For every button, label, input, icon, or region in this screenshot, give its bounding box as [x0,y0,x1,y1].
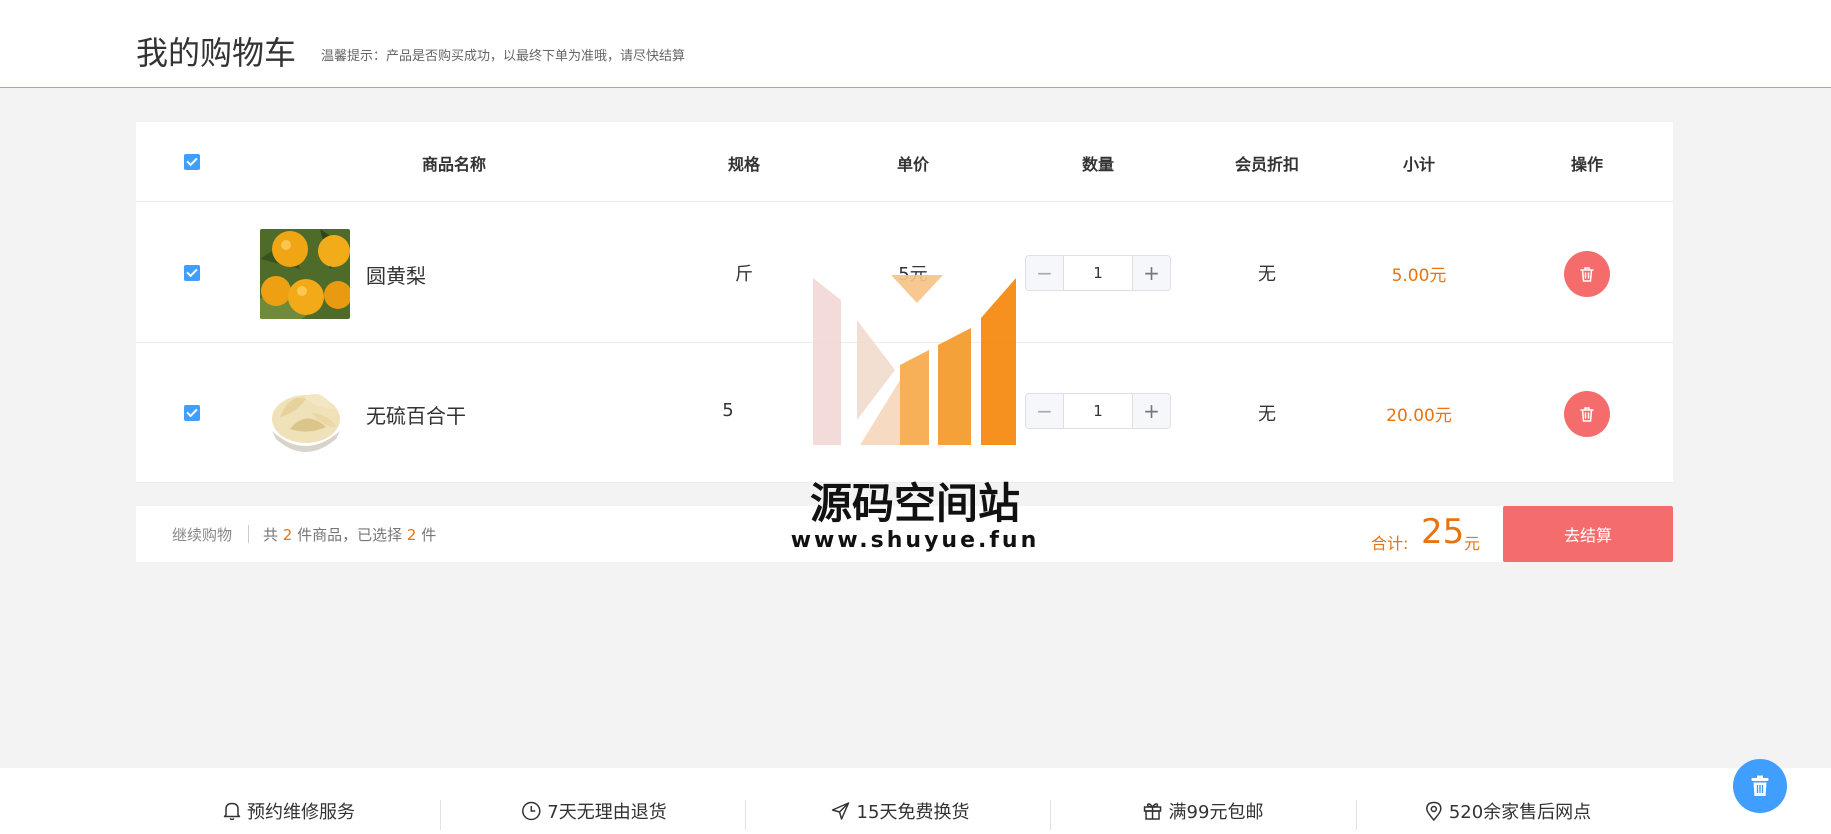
row-checkbox[interactable] [184,265,200,281]
service-label: 7天无理由退货 [547,802,667,823]
product-spec: 5 [722,400,734,421]
column-header-action: 操作 [1570,155,1604,174]
quantity-input[interactable]: 1 [1064,256,1132,290]
quantity-stepper: − 1 + [1025,255,1171,291]
service-item[interactable]: 预约维修服务 [223,798,355,824]
page-title: 我的购物车 [136,34,297,72]
product-subtotal: 20.00元 [1386,406,1452,426]
quantity-stepper: − 1 + [1025,393,1171,429]
delete-item-button[interactable] [1564,391,1610,437]
total-items-count: 2 [282,526,293,544]
location-pin-icon [1426,801,1442,821]
footer-divider [745,800,746,830]
service-label: 520余家售后网点 [1448,802,1592,823]
product-name[interactable]: 无硫百合干 [366,400,466,429]
select-all-checkbox[interactable] [184,154,200,170]
column-header-price: 单价 [896,155,930,174]
column-header-subtotal: 小计 [1402,155,1436,174]
service-label: 预约维修服务 [247,802,355,823]
increase-button[interactable]: + [1132,256,1170,290]
product-subtotal: 5.00元 [1391,266,1447,286]
column-header-spec: 规格 [727,155,761,174]
footer-divider [1050,800,1051,830]
watermark-title: 源码空间站 [809,479,1020,528]
service-label: 满99元包邮 [1168,802,1264,823]
item-count-text: 共 2 件商品，已选择 2 件 [263,524,436,545]
service-item[interactable]: 满99元包邮 [1143,798,1264,824]
checkout-button[interactable]: 去结算 [1503,506,1673,562]
gift-icon [1143,803,1162,820]
footer-divider [1356,800,1357,830]
product-name[interactable]: 圆黄梨 [366,260,426,289]
total-value: 25 [1421,512,1465,552]
count-prefix: 共 [263,526,279,544]
floating-trash-button[interactable] [1733,759,1787,813]
product-spec: 斤 [735,264,753,285]
table-header: 商品名称 规格 单价 数量 会员折扣 小计 操作 [136,122,1673,202]
decrease-button[interactable]: − [1026,256,1064,290]
count-middle: 件商品，已选择 [297,526,403,544]
product-discount: 无 [1258,404,1276,425]
watermark-url: www.shuyue.fun [790,528,1040,553]
trash-icon [1580,267,1594,282]
service-footer: 预约维修服务 7天无理由退货 15天免费换货 满99元包邮 520余家售后网点 [0,768,1831,834]
footer-divider [440,800,441,830]
bell-icon [223,802,241,821]
page-header: 我的购物车 温馨提示：产品是否购买成功，以最终下单为准哦，请尽快结算 [0,0,1831,88]
summary-divider [248,525,249,543]
header-tip: 温馨提示：产品是否购买成功，以最终下单为准哦，请尽快结算 [321,49,686,64]
quantity-input[interactable]: 1 [1064,394,1132,428]
increase-button[interactable]: + [1132,394,1170,428]
service-item[interactable]: 7天无理由退货 [521,798,667,824]
total-unit: 元 [1464,534,1481,553]
clock-icon [522,801,541,821]
product-discount: 无 [1258,264,1276,285]
column-header-quantity: 数量 [1081,155,1115,174]
service-label: 15天免费换货 [856,802,970,823]
product-image-pear[interactable] [260,229,350,319]
column-header-discount: 会员折扣 [1234,155,1300,174]
selected-items-count: 2 [406,526,417,544]
service-item[interactable]: 520余家售后网点 [1425,798,1591,824]
service-item[interactable]: 15天免费换货 [831,798,970,824]
delete-item-button[interactable] [1564,251,1610,297]
count-suffix: 件 [421,526,437,544]
decrease-button[interactable]: − [1026,394,1064,428]
trash-icon [1580,407,1594,422]
row-checkbox[interactable] [184,405,200,421]
total-label: 合计: [1371,534,1409,553]
continue-shopping-link[interactable]: 继续购物 [172,524,232,545]
column-header-name: 商品名称 [421,155,487,174]
trash-icon [1751,775,1769,796]
send-icon [831,802,850,820]
product-image-lily[interactable] [260,369,350,459]
watermark-logo [813,275,1016,445]
